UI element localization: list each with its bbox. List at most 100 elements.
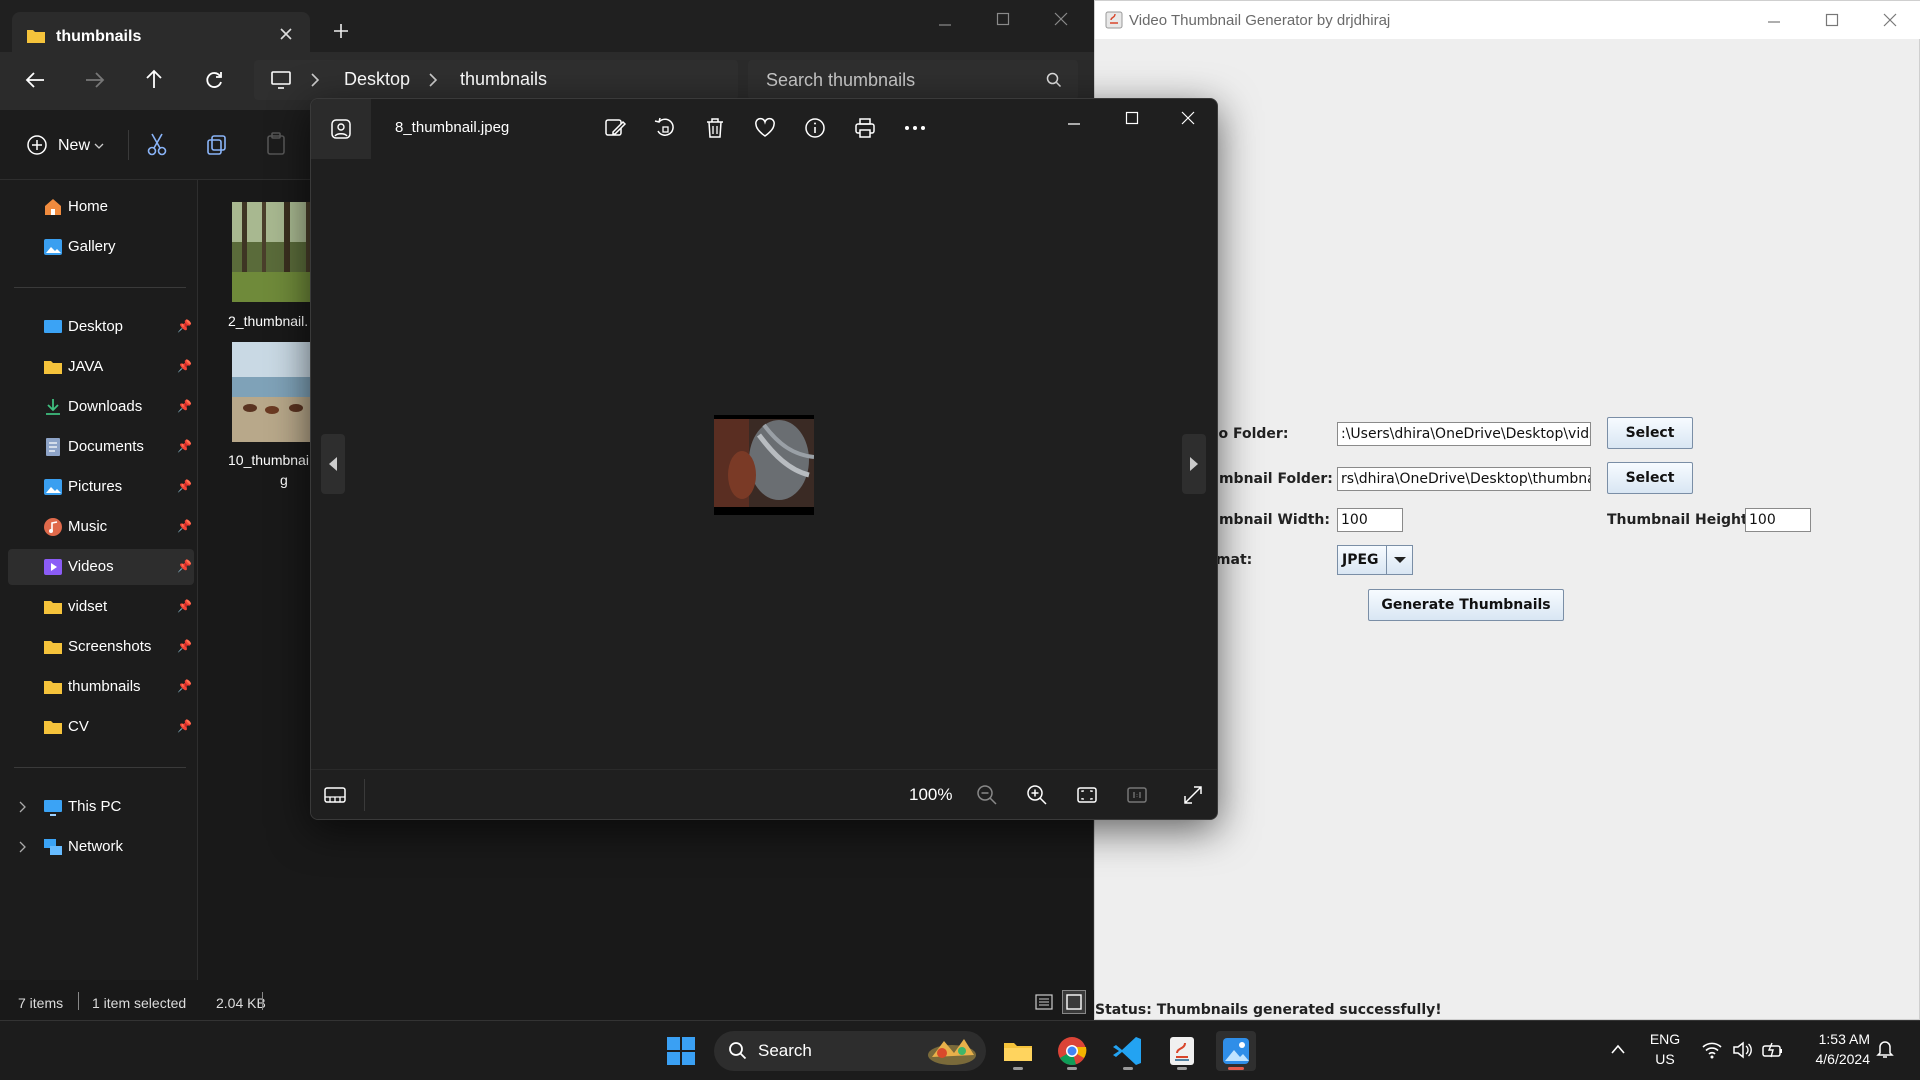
video-folder-field[interactable]: :\Users\dhira\OneDrive\Desktop\vidset [1337, 422, 1591, 446]
address-bar[interactable]: Desktop thumbnails [254, 60, 738, 100]
explorer-status-bar: 7 items 1 item selected 2.04 KB [0, 990, 1094, 1020]
refresh-icon[interactable] [204, 70, 224, 90]
favorite-heart-icon[interactable] [753, 116, 779, 142]
close-icon[interactable] [1883, 13, 1897, 27]
folder-icon [43, 637, 63, 657]
sidebar-item-pictures[interactable]: Pictures 📌 [8, 469, 194, 505]
edit-image-icon[interactable] [603, 116, 629, 142]
select-video-folder-button[interactable]: Select [1607, 417, 1693, 449]
rotate-icon[interactable] [653, 116, 679, 142]
details-view-icon[interactable] [1034, 992, 1054, 1012]
chevron-right-icon [18, 801, 26, 813]
sidebar-item-screenshots[interactable]: Screenshots 📌 [8, 629, 194, 665]
sidebar-item-desktop[interactable]: Desktop 📌 [8, 309, 194, 345]
previous-image-button[interactable] [321, 434, 345, 494]
sidebar-item-thumbnails[interactable]: thumbnails 📌 [8, 669, 194, 705]
taskbar: Search ENG US 1:53 AM 4/6/2024 [0, 1020, 1920, 1080]
generate-thumbnails-button[interactable]: Generate Thumbnails [1368, 589, 1564, 621]
close-tab-icon[interactable] [278, 26, 294, 42]
monitor-icon [270, 70, 292, 90]
up-icon[interactable] [144, 68, 164, 90]
full-screen-icon[interactable] [1181, 783, 1207, 809]
info-icon[interactable] [803, 116, 829, 142]
pin-icon: 📌 [177, 719, 192, 733]
filmstrip-icon[interactable] [323, 783, 349, 809]
selected-count: 1 item selected [92, 995, 187, 1011]
taskbar-search[interactable]: Search [714, 1031, 986, 1071]
sidebar-item-gallery[interactable]: Gallery [8, 229, 194, 265]
thumbnail-folder-field[interactable]: rs\dhira\OneDrive\Desktop\thumbnails [1337, 467, 1591, 491]
sidebar-item-cv[interactable]: CV 📌 [8, 709, 194, 745]
breadcrumb-thumbnails[interactable]: thumbnails [460, 69, 547, 90]
minimize-icon[interactable] [1067, 117, 1081, 131]
large-icons-view-icon[interactable] [1062, 990, 1086, 1014]
taskbar-chrome[interactable] [1052, 1031, 1092, 1071]
chevron-right-icon [428, 72, 438, 88]
cut-icon[interactable] [146, 132, 168, 156]
maximize-icon[interactable] [996, 12, 1010, 26]
paste-icon[interactable] [266, 132, 286, 156]
sidebar-item-videos[interactable]: Videos 📌 [8, 549, 194, 585]
maximize-icon[interactable] [1825, 13, 1839, 27]
maximize-icon[interactable] [1125, 111, 1139, 125]
taskbar-file-explorer[interactable] [998, 1031, 1038, 1071]
forward-icon[interactable] [84, 70, 106, 90]
sidebar-item-network[interactable]: Network [8, 829, 194, 865]
minimize-icon[interactable] [938, 18, 952, 32]
start-button[interactable] [661, 1031, 701, 1071]
search-placeholder: Search thumbnails [766, 70, 916, 90]
volume-icon[interactable] [1732, 1041, 1752, 1059]
select-thumbnail-folder-button[interactable]: Select [1607, 462, 1693, 494]
back-icon[interactable] [24, 70, 46, 90]
wifi-icon[interactable] [1702, 1041, 1722, 1059]
new-button[interactable]: New [24, 132, 108, 160]
next-image-button[interactable] [1182, 434, 1206, 494]
sidebar-item-label: CV [68, 718, 89, 735]
format-dropdown[interactable]: JPEG [1337, 545, 1413, 575]
sidebar-item-documents[interactable]: Documents 📌 [8, 429, 194, 465]
minimize-icon[interactable] [1767, 15, 1781, 29]
battery-icon[interactable] [1762, 1041, 1784, 1059]
video-folder-label: eo Folder: [1209, 426, 1289, 442]
notification-bell-icon[interactable] [1876, 1039, 1894, 1059]
zoom-in-icon[interactable] [1025, 783, 1051, 809]
language-indicator[interactable]: ENG US [1640, 1029, 1690, 1069]
actual-size-icon[interactable] [1125, 783, 1151, 809]
close-icon[interactable] [1181, 111, 1195, 125]
breadcrumb-desktop[interactable]: Desktop [344, 69, 410, 90]
taskbar-vscode[interactable] [1108, 1031, 1148, 1071]
sidebar-item-this-pc[interactable]: This PC [8, 789, 194, 825]
print-icon[interactable] [853, 116, 879, 142]
sidebar-item-label: Pictures [68, 478, 123, 495]
sidebar-item-home[interactable]: Home [8, 189, 194, 225]
java-icon [1105, 11, 1123, 29]
sidebar-item-label: Documents [68, 438, 144, 455]
more-options-icon[interactable] [903, 116, 929, 142]
new-tab-icon[interactable] [332, 22, 350, 40]
search-input[interactable]: Search thumbnails [748, 60, 1078, 100]
fit-to-window-icon[interactable] [1075, 783, 1101, 809]
thumbnail-height-field[interactable]: 100 [1745, 508, 1811, 532]
gallery-toggle-button[interactable] [311, 99, 371, 159]
status-separator [262, 992, 263, 1010]
sidebar-divider [14, 287, 186, 288]
close-icon[interactable] [1054, 12, 1068, 26]
sidebar-item-vidset[interactable]: vidset 📌 [8, 589, 194, 625]
thumbnail-width-field[interactable]: 100 [1337, 508, 1403, 532]
clock[interactable]: 1:53 AM 4/6/2024 [1800, 1029, 1871, 1069]
sidebar-item-java[interactable]: JAVA 📌 [8, 349, 194, 385]
sidebar-item-label: Downloads [68, 398, 143, 415]
delete-icon[interactable] [703, 116, 729, 142]
show-hidden-icons-chevron-up-icon[interactable] [1610, 1043, 1626, 1055]
sidebar-item-downloads[interactable]: Downloads 📌 [8, 389, 194, 425]
sidebar-item-label: Music [68, 518, 108, 535]
pin-icon: 📌 [177, 639, 192, 653]
copy-icon[interactable] [206, 134, 228, 156]
taskbar-photos[interactable] [1216, 1031, 1256, 1071]
taskbar-java[interactable] [1162, 1031, 1202, 1071]
zoom-out-icon[interactable] [975, 783, 1001, 809]
file-name: 10_thumbnai [228, 452, 309, 468]
sidebar-item-music[interactable]: Music 📌 [8, 509, 194, 545]
desktop-icon [43, 317, 63, 337]
sidebar-item-label: Home [68, 198, 109, 215]
